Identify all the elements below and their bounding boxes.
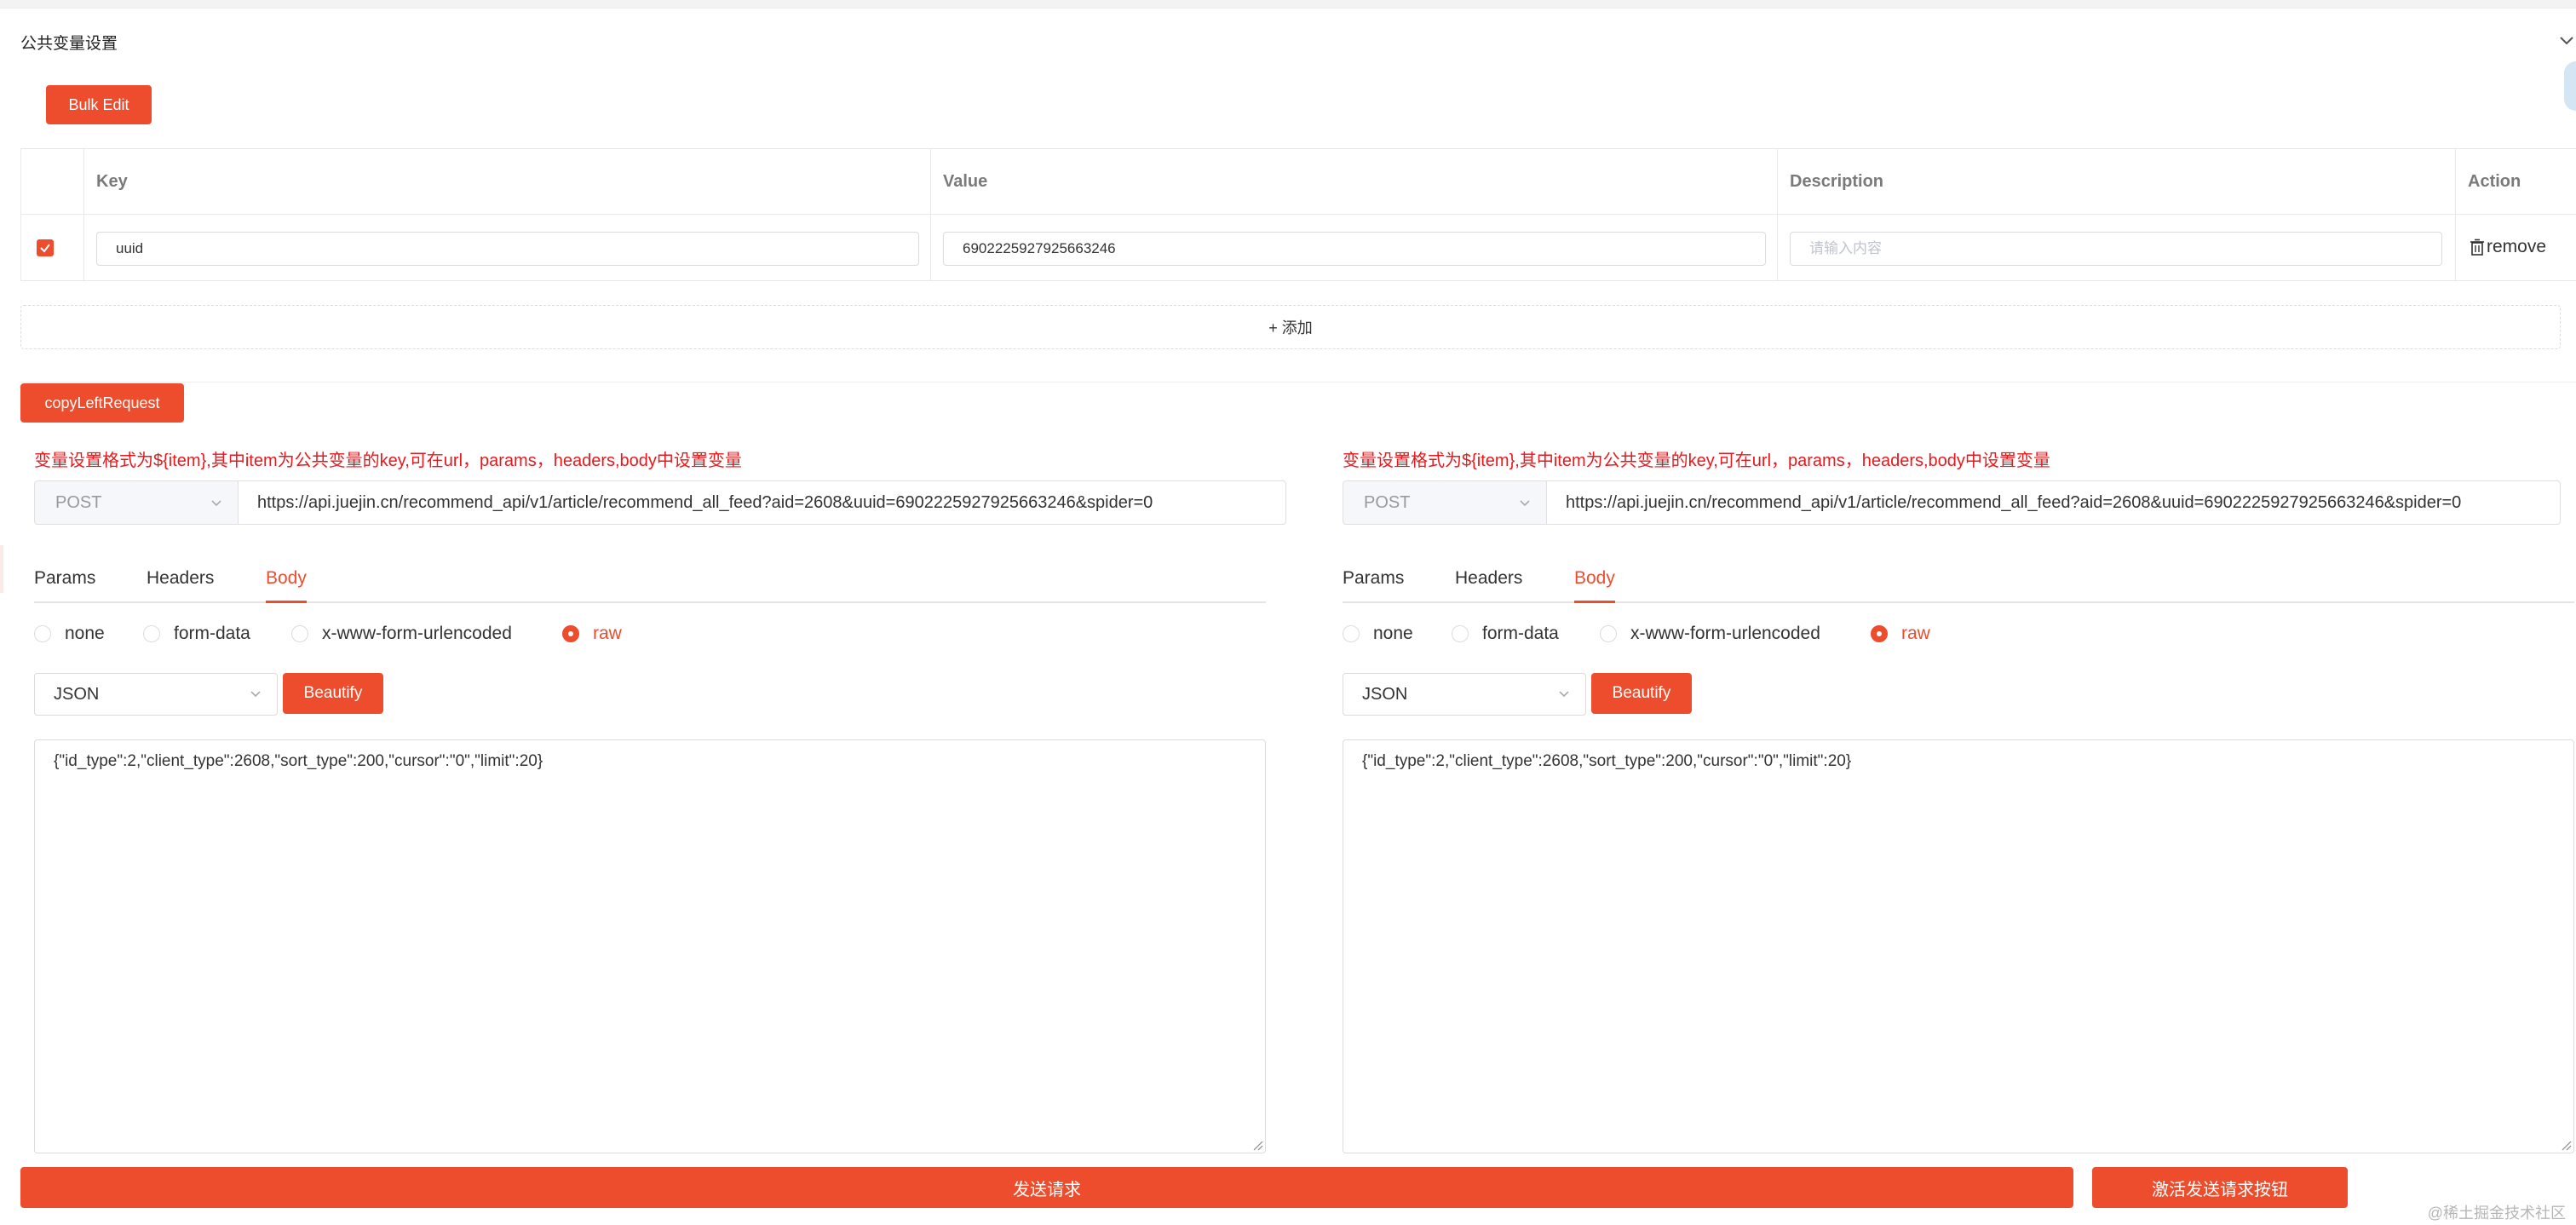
- table-header-action: Action: [2468, 172, 2521, 191]
- chevron-down-icon: [1520, 500, 1530, 507]
- radio-label: none: [1373, 624, 1413, 643]
- url-input[interactable]: https://api.juejin.cn/recommend_api/v1/a…: [239, 480, 1286, 525]
- section-title[interactable]: 公共变量设置: [20, 31, 118, 54]
- chevron-down-icon: [211, 500, 221, 507]
- copy-left-request-button[interactable]: copyLeftRequest: [20, 383, 184, 423]
- variable-hint: 变量设置格式为${item},其中item为公共变量的key,可在url，par…: [34, 451, 742, 470]
- remove-label: remove: [2487, 237, 2547, 256]
- check-icon: [40, 244, 50, 253]
- resize-grip-icon[interactable]: [2560, 1139, 2572, 1151]
- value-cell: 6902225927925663246: [931, 215, 1778, 281]
- tab-params[interactable]: Params: [34, 562, 95, 603]
- edge-marker: [0, 545, 3, 593]
- variables-table: Key Value Description Action uuid 690222…: [20, 148, 2576, 281]
- radio-none[interactable]: none: [1343, 624, 1413, 644]
- radio-label: x-www-form-urlencoded: [1630, 624, 1820, 643]
- radio-form-data[interactable]: form-data: [143, 624, 250, 644]
- description-input[interactable]: 请输入内容: [1790, 232, 2442, 266]
- trash-icon: [2470, 239, 2484, 256]
- body-editor[interactable]: {"id_type":2,"client_type":2608,"sort_ty…: [1343, 739, 2574, 1153]
- radio-label: form-data: [1482, 624, 1559, 643]
- method-value: POST: [55, 493, 102, 512]
- watermark: @稀土掘金技术社区: [2427, 1205, 2566, 1222]
- top-bar: [0, 0, 2576, 9]
- activate-send-button[interactable]: 激活发送请求按钮: [2092, 1167, 2348, 1208]
- table-row: [21, 215, 84, 281]
- beautify-button[interactable]: Beautify: [1591, 673, 1692, 714]
- radio-form-data[interactable]: form-data: [1452, 624, 1559, 644]
- radio-label: raw: [1901, 624, 1930, 643]
- tab-headers[interactable]: Headers: [147, 562, 214, 603]
- send-request-button[interactable]: 发送请求: [20, 1167, 2073, 1208]
- radio-circle: [143, 625, 160, 642]
- body-content: {"id_type":2,"client_type":2608,"sort_ty…: [54, 752, 543, 770]
- radio-label: none: [65, 624, 105, 643]
- method-select[interactable]: POST: [1343, 480, 1547, 525]
- key-cell: uuid: [84, 215, 931, 281]
- radio-circle: [562, 625, 579, 642]
- radio-circle: [1871, 625, 1888, 642]
- table-header-checkbox: [21, 149, 84, 214]
- tab-headers[interactable]: Headers: [1455, 562, 1522, 603]
- key-input[interactable]: uuid: [96, 232, 919, 266]
- radio-label: raw: [593, 624, 622, 643]
- language-value: JSON: [54, 685, 100, 704]
- method-value: POST: [1364, 493, 1411, 512]
- tab-params[interactable]: Params: [1343, 562, 1404, 603]
- language-select[interactable]: JSON: [1343, 673, 1586, 716]
- radio-circle: [291, 625, 308, 642]
- description-cell: 请输入内容: [1778, 215, 2456, 281]
- body-content: {"id_type":2,"client_type":2608,"sort_ty…: [1362, 752, 1852, 770]
- value-input[interactable]: 6902225927925663246: [943, 232, 1766, 266]
- add-variable-button[interactable]: + 添加: [20, 305, 2561, 349]
- method-select[interactable]: POST: [34, 480, 239, 525]
- request-tabs: Params Headers Body: [1343, 562, 2574, 603]
- request-panel-right: 变量设置格式为${item},其中item为公共变量的key,可在url，par…: [1343, 443, 2576, 1153]
- table-header-description: Description: [1778, 149, 2456, 214]
- table-header-value: Value: [931, 149, 1778, 214]
- request-tabs: Params Headers Body: [34, 562, 1266, 603]
- radio-label: form-data: [174, 624, 250, 643]
- table-header-key: Key: [84, 149, 931, 214]
- radio-circle: [1600, 625, 1617, 642]
- variable-hint: 变量设置格式为${item},其中item为公共变量的key,可在url，par…: [1343, 451, 2050, 470]
- radio-urlencoded[interactable]: x-www-form-urlencoded: [291, 624, 512, 644]
- radio-raw[interactable]: raw: [1871, 624, 1930, 644]
- request-panel-left: 变量设置格式为${item},其中item为公共变量的key,可在url，par…: [34, 443, 1300, 1153]
- chevron-down-icon: [1559, 691, 1569, 698]
- radio-none[interactable]: none: [34, 624, 105, 644]
- beautify-button[interactable]: Beautify: [283, 673, 383, 714]
- radio-raw[interactable]: raw: [562, 624, 622, 644]
- bulk-edit-button[interactable]: Bulk Edit: [46, 85, 152, 124]
- url-input[interactable]: https://api.juejin.cn/recommend_api/v1/a…: [1547, 480, 2561, 525]
- action-cell: remove: [2456, 215, 2576, 281]
- resize-grip-icon[interactable]: [1251, 1139, 1263, 1151]
- radio-circle: [1452, 625, 1469, 642]
- tab-body[interactable]: Body: [1574, 562, 1615, 603]
- radio-label: x-www-form-urlencoded: [322, 624, 512, 643]
- remove-button[interactable]: remove: [2470, 237, 2546, 257]
- floating-widget[interactable]: [2564, 61, 2576, 111]
- tab-body[interactable]: Body: [266, 562, 307, 603]
- row-checkbox[interactable]: [37, 239, 54, 256]
- chevron-down-icon: [250, 691, 261, 698]
- radio-circle: [1343, 625, 1360, 642]
- chevron-down-icon[interactable]: [2557, 31, 2576, 49]
- language-select[interactable]: JSON: [34, 673, 278, 716]
- language-value: JSON: [1362, 685, 1408, 704]
- body-editor[interactable]: {"id_type":2,"client_type":2608,"sort_ty…: [34, 739, 1266, 1153]
- radio-urlencoded[interactable]: x-www-form-urlencoded: [1600, 624, 1820, 644]
- radio-circle: [34, 625, 51, 642]
